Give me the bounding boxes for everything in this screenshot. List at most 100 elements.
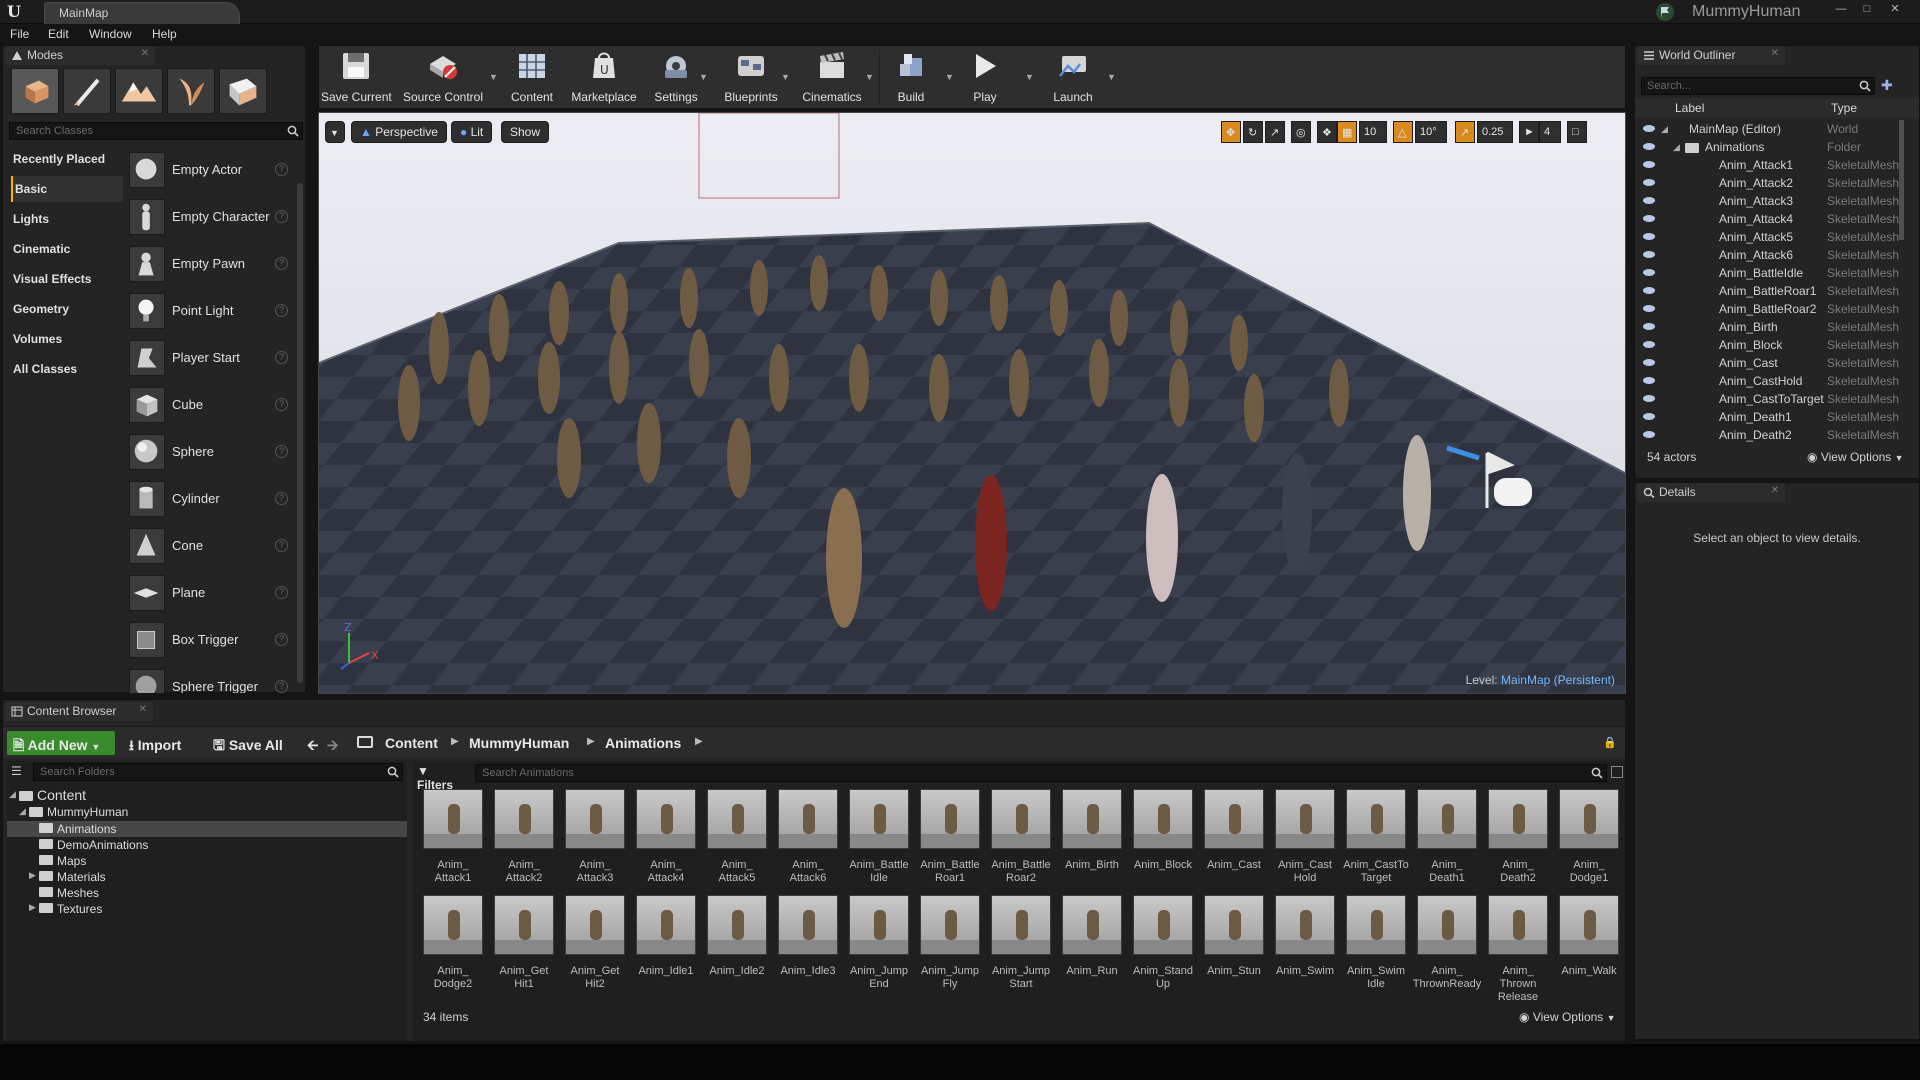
actor-plane[interactable]: Plane ?: [129, 573, 297, 613]
menu-window[interactable]: Window: [89, 27, 132, 41]
folder-row[interactable]: Animations: [7, 821, 407, 837]
visibility-eye-icon[interactable]: [1643, 305, 1655, 312]
modes-tab[interactable]: Modes ✕: [5, 46, 155, 65]
help-icon[interactable]: ?: [275, 163, 288, 176]
camera-speed-value[interactable]: 4: [1539, 121, 1561, 143]
folder-row[interactable]: Meshes: [7, 885, 407, 901]
help-icon[interactable]: ?: [275, 257, 288, 270]
visibility-eye-icon[interactable]: [1643, 323, 1655, 330]
build-dropdown-icon[interactable]: ▼: [945, 72, 955, 82]
outliner-row[interactable]: Anim_Attack4 SkeletalMesh: [1635, 210, 1905, 228]
asset-tile[interactable]: Anim_Run: [1060, 895, 1124, 999]
breadcrumb-separator-icon[interactable]: ▶: [587, 736, 595, 747]
play-button[interactable]: Play: [959, 46, 1011, 108]
outliner-search-input[interactable]: Search...: [1641, 77, 1875, 95]
actor-empty-pawn[interactable]: Empty Pawn ?: [129, 244, 297, 284]
blueprints-dropdown-icon[interactable]: ▼: [781, 72, 791, 82]
asset-tile[interactable]: Anim_ Dodge1: [1557, 789, 1621, 893]
help-icon[interactable]: ?: [275, 445, 288, 458]
rotation-snap-icon[interactable]: △: [1393, 121, 1413, 143]
help-icon[interactable]: ?: [275, 586, 288, 599]
visibility-eye-icon[interactable]: [1643, 413, 1655, 420]
collapse-arrow-icon[interactable]: ▶: [29, 902, 36, 913]
lock-icon[interactable]: 🔒: [1603, 736, 1617, 749]
visibility-eye-icon[interactable]: [1643, 395, 1655, 402]
blueprints-button[interactable]: Blueprints: [717, 46, 785, 108]
close-icon[interactable]: ✕: [1771, 48, 1779, 59]
details-tab[interactable]: Details ✕: [1637, 483, 1785, 502]
outliner-row[interactable]: Anim_Cast SkeletalMesh: [1635, 354, 1905, 372]
search-animations-input[interactable]: Search Animations: [475, 764, 1607, 782]
asset-tile[interactable]: Anim_Swim: [1273, 895, 1337, 999]
outliner-view-options-button[interactable]: ◉ View Options ▼: [1807, 450, 1904, 464]
close-icon[interactable]: ✕: [139, 704, 147, 715]
folder-row[interactable]: DemoAnimations: [7, 837, 407, 853]
asset-tile[interactable]: Anim_ Attack1: [421, 789, 485, 893]
actor-cone[interactable]: Cone ?: [129, 526, 297, 566]
asset-tile[interactable]: Anim_ Death2: [1486, 789, 1550, 893]
outliner-row[interactable]: Anim_BattleRoar1 SkeletalMesh: [1635, 282, 1905, 300]
folder-row[interactable]: ▶ Materials: [7, 869, 407, 885]
collapse-arrow-icon[interactable]: ▶: [29, 870, 36, 881]
outliner-row[interactable]: Anim_Birth SkeletalMesh: [1635, 318, 1905, 336]
help-icon[interactable]: ?: [275, 539, 288, 552]
cinematics-dropdown-icon[interactable]: ▼: [865, 72, 875, 82]
visibility-eye-icon[interactable]: [1643, 161, 1655, 168]
visibility-eye-icon[interactable]: [1643, 377, 1655, 384]
outliner-row[interactable]: ◢ Animations Folder: [1635, 138, 1905, 156]
outliner-row[interactable]: Anim_Death1 SkeletalMesh: [1635, 408, 1905, 426]
world-outliner-tab[interactable]: World Outliner ✕: [1637, 46, 1785, 65]
filters-button[interactable]: ▼ Filters: [417, 764, 467, 792]
cinematics-button[interactable]: Cinematics: [797, 46, 867, 108]
folder-row[interactable]: ◢ Content: [7, 787, 407, 804]
visibility-eye-icon[interactable]: [1643, 287, 1655, 294]
surface-snap-icon[interactable]: ❖: [1317, 121, 1337, 143]
visibility-eye-icon[interactable]: [1643, 125, 1655, 132]
help-icon[interactable]: ?: [275, 351, 288, 364]
asset-tile[interactable]: Anim_Battle Roar2: [989, 789, 1053, 893]
breadcrumb-separator-icon[interactable]: ▶: [695, 736, 703, 747]
play-dropdown-icon[interactable]: ▼: [1025, 72, 1035, 82]
close-window-button[interactable]: ✕: [1884, 2, 1906, 16]
folder-row[interactable]: ◢ MummyHuman: [7, 805, 407, 821]
outliner-scrollbar[interactable]: [1899, 120, 1904, 240]
category-geometry[interactable]: Geometry: [11, 296, 123, 322]
rotation-snap-value[interactable]: 10°: [1415, 121, 1447, 143]
forward-button[interactable]: 🡪: [321, 731, 344, 755]
asset-view-options-button[interactable]: ◉ View Options ▼: [1519, 1010, 1616, 1024]
asset-tile[interactable]: Anim_Swim Idle: [1344, 895, 1408, 999]
place-mode-button[interactable]: [11, 68, 59, 114]
visibility-eye-icon[interactable]: [1643, 251, 1655, 258]
asset-tile[interactable]: Anim_CastTo Target: [1343, 789, 1409, 893]
launch-button[interactable]: Launch: [1041, 46, 1105, 108]
asset-tile[interactable]: Anim_Jump End: [847, 895, 911, 999]
asset-tile[interactable]: Anim_ Death1: [1415, 789, 1479, 893]
perspective-button[interactable]: ▲ Perspective: [351, 121, 447, 143]
actor-cylinder[interactable]: Cylinder ?: [129, 479, 297, 519]
visibility-eye-icon[interactable]: [1643, 359, 1655, 366]
actor-point-light[interactable]: Point Light ?: [129, 291, 297, 331]
import-button[interactable]: ⭳ Import: [123, 731, 187, 755]
visibility-eye-icon[interactable]: [1643, 179, 1655, 186]
category-basic[interactable]: Basic: [11, 176, 123, 202]
actor-player-start[interactable]: Player Start ?: [129, 338, 297, 378]
help-icon[interactable]: ?: [275, 398, 288, 411]
asset-tile[interactable]: Anim_ Attack5: [705, 789, 769, 893]
scale-tool-icon[interactable]: ↗: [1265, 121, 1285, 143]
visibility-eye-icon[interactable]: [1643, 269, 1655, 276]
help-icon[interactable]: ?: [275, 492, 288, 505]
maximize-button[interactable]: □: [1856, 2, 1878, 16]
asset-tile[interactable]: Anim_ Thrown Release: [1486, 895, 1550, 1003]
asset-tile[interactable]: Anim_Jump Start: [989, 895, 1053, 999]
category-lights[interactable]: Lights: [11, 206, 123, 232]
category-visual-effects[interactable]: Visual Effects: [11, 266, 123, 292]
outliner-row[interactable]: Anim_BattleIdle SkeletalMesh: [1635, 264, 1905, 282]
asset-tile[interactable]: Anim_ ThrownReady: [1413, 895, 1481, 999]
outliner-row[interactable]: Anim_Attack1 SkeletalMesh: [1635, 156, 1905, 174]
outliner-row[interactable]: Anim_Attack3 SkeletalMesh: [1635, 192, 1905, 210]
expand-arrow-icon[interactable]: ◢: [19, 806, 26, 817]
asset-tile[interactable]: Anim_Stand Up: [1131, 895, 1195, 999]
category-volumes[interactable]: Volumes: [11, 326, 123, 352]
landscape-mode-button[interactable]: [115, 68, 163, 114]
viewport-scene[interactable]: Z X: [319, 113, 1625, 693]
